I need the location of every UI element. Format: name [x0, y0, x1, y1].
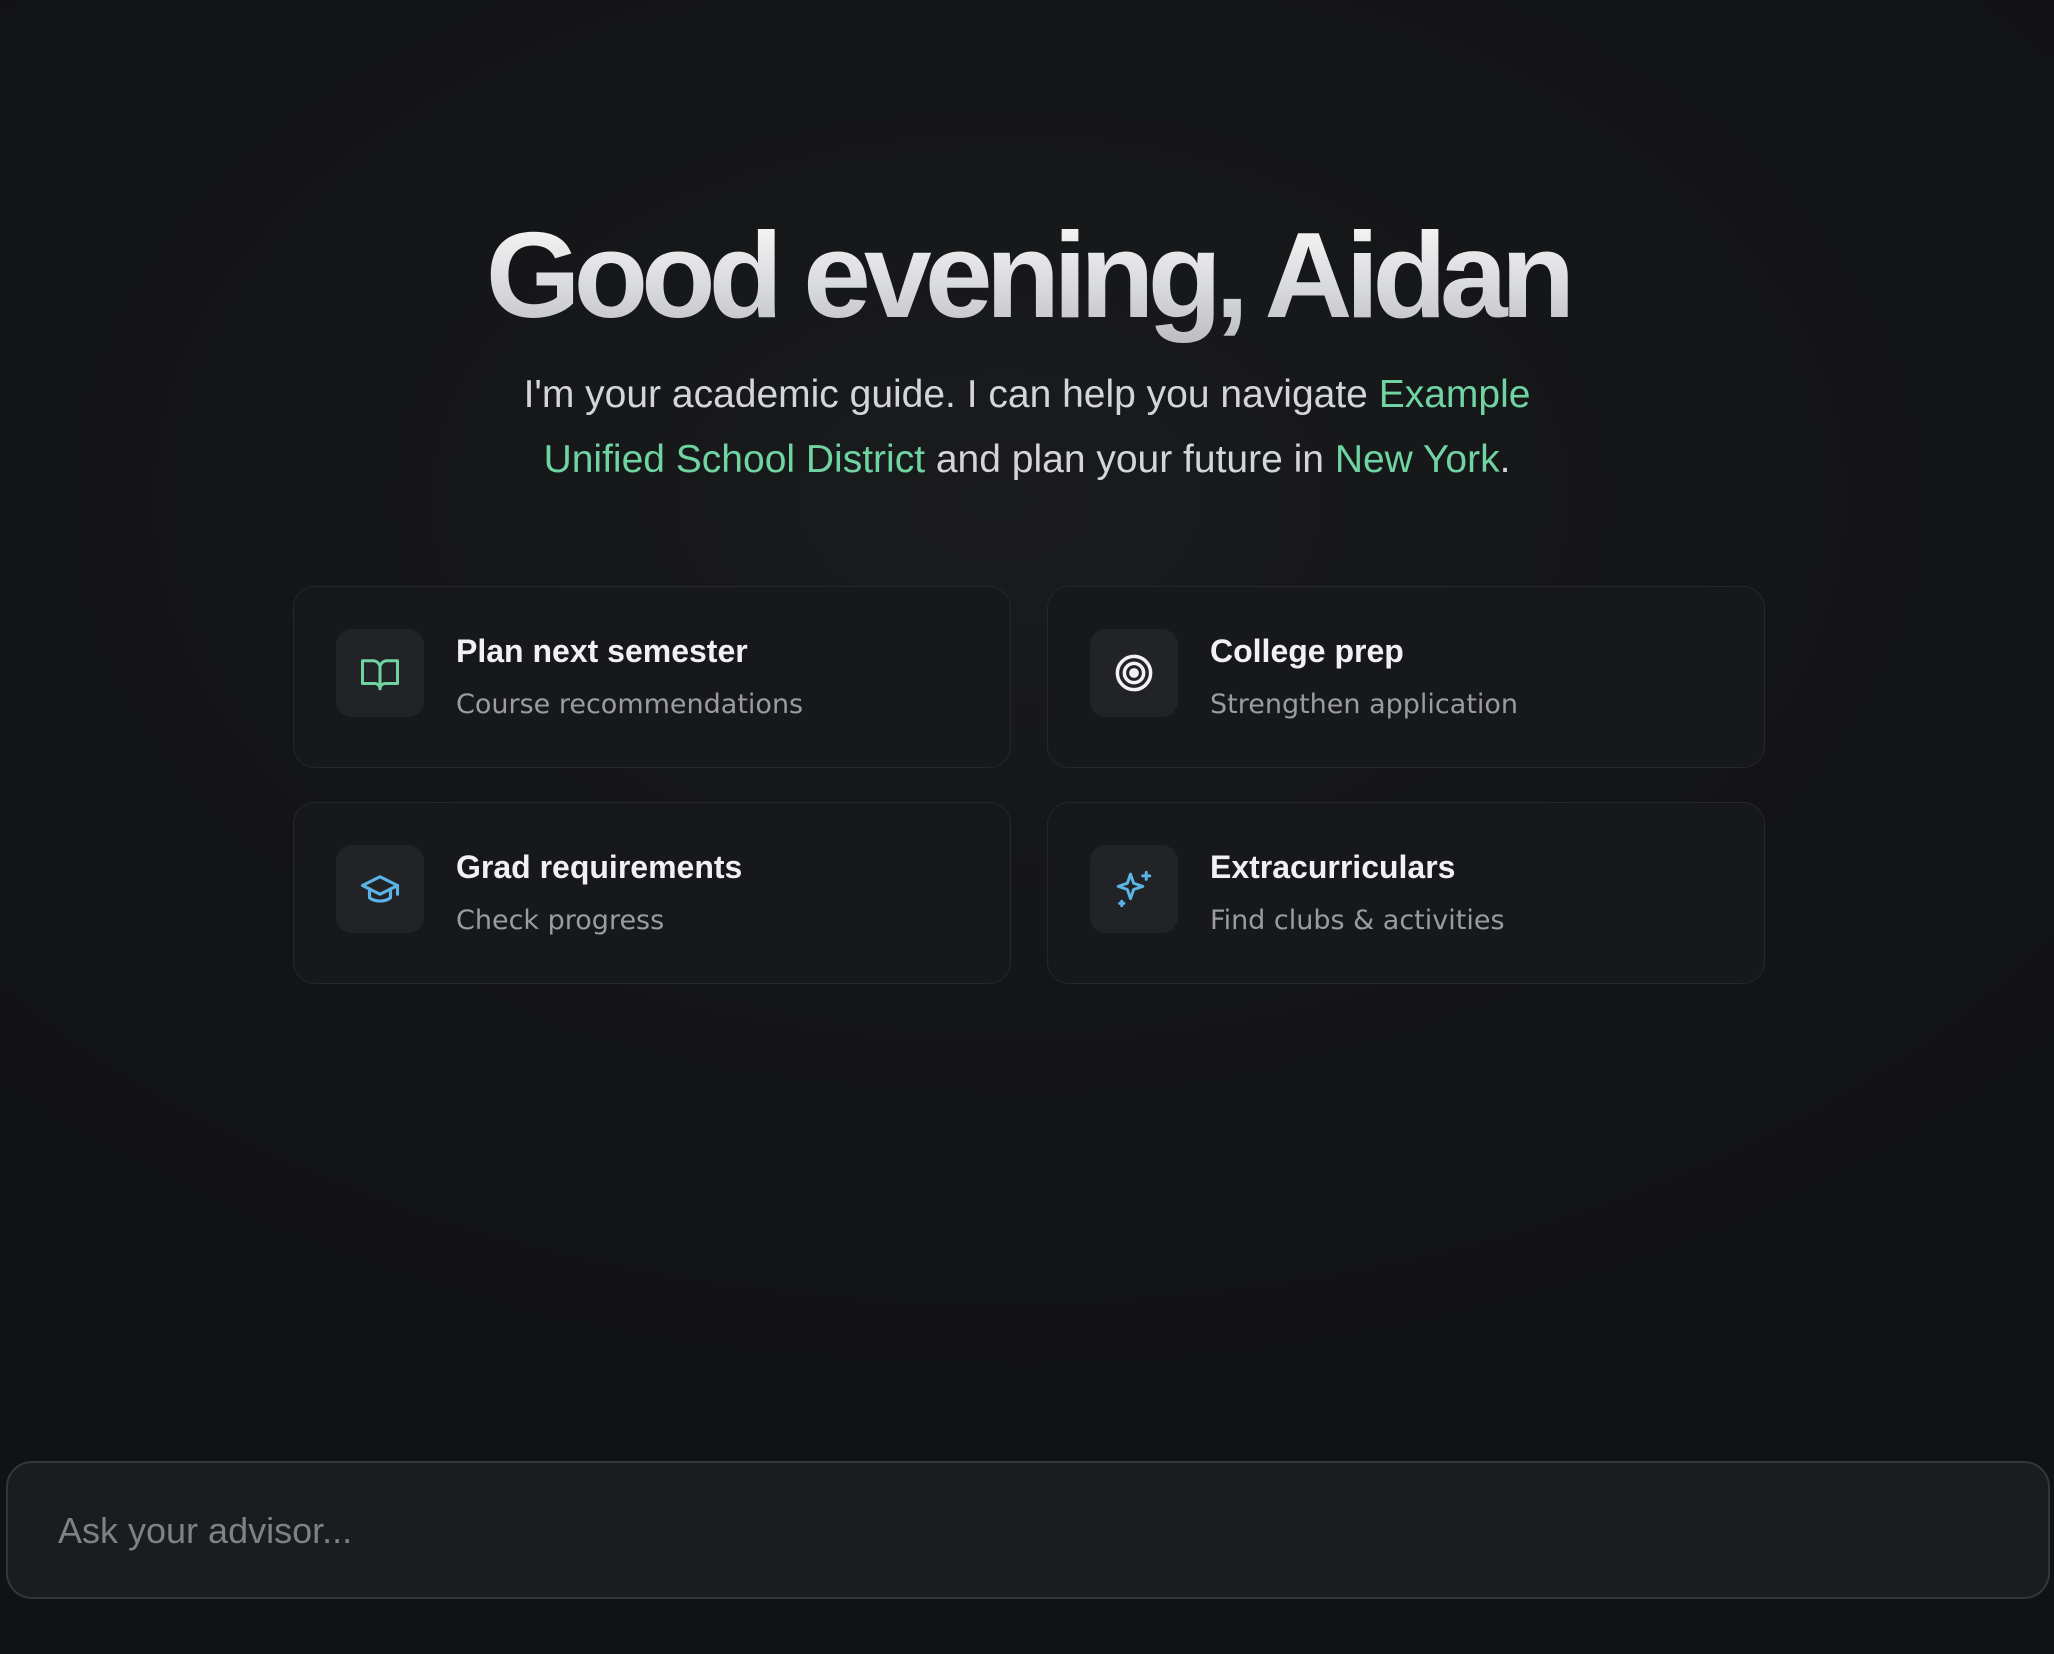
- card-subtitle: Course recommendations: [456, 689, 804, 720]
- card-plan-next-semester[interactable]: Plan next semester Course recommendation…: [293, 586, 1011, 768]
- card-subtitle: Check progress: [456, 905, 665, 936]
- ask-bar: [6, 1461, 2050, 1599]
- card-title: Plan next semester: [456, 633, 748, 669]
- intro-part-3: .: [1499, 438, 1511, 481]
- suggestion-cards: Plan next semester Course recommendation…: [293, 586, 1765, 984]
- graduation-cap-icon: [336, 845, 424, 933]
- book-open-icon: [336, 629, 424, 717]
- location-name: New York: [1334, 438, 1500, 481]
- intro-text: I'm your academic guide. I can help you …: [500, 362, 1554, 492]
- card-grad-requirements[interactable]: Grad requirements Check progress: [293, 802, 1011, 984]
- card-college-prep[interactable]: College prep Strengthen application: [1047, 586, 1765, 768]
- card-subtitle: Strengthen application: [1210, 689, 1519, 720]
- ask-advisor-input[interactable]: [56, 1463, 2000, 1599]
- card-subtitle: Find clubs & activities: [1210, 905, 1505, 936]
- card-title: Extracurriculars: [1210, 849, 1456, 885]
- card-title: College prep: [1210, 633, 1404, 669]
- intro-part-1: I'm your academic guide. I can help you …: [523, 373, 1379, 416]
- greeting-title: Good evening, Aidan: [0, 200, 2054, 350]
- sparkles-icon: [1090, 845, 1178, 933]
- target-icon: [1090, 629, 1178, 717]
- intro-part-2: and plan your future in: [925, 438, 1335, 481]
- card-extracurriculars[interactable]: Extracurriculars Find clubs & activities: [1047, 802, 1765, 984]
- card-title: Grad requirements: [456, 849, 743, 885]
